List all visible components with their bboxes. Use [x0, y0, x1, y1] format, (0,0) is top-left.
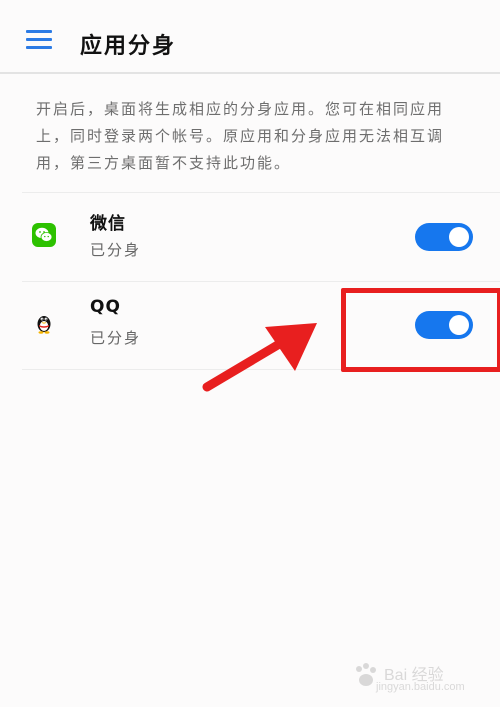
app-row-qq: QQ 已分身: [22, 281, 500, 370]
qq-penguin-icon: [32, 311, 56, 335]
app-name: 微信: [90, 214, 126, 234]
app-status: 已分身: [90, 329, 142, 347]
menu-icon[interactable]: [26, 30, 52, 50]
feature-description: 开启后，桌面将生成相应的分身应用。您可在相同应用上，同时登录两个帐号。原应用和分…: [36, 100, 445, 172]
toggle-knob: [449, 227, 469, 247]
app-status: 已分身: [90, 241, 142, 259]
watermark-url: jingyan.baidu.com: [376, 681, 465, 693]
baidu-jingyan-watermark: Bai 经验 jingyan.baidu.com: [350, 657, 480, 697]
toggle-knob: [449, 315, 469, 335]
page-title: 应用分身: [80, 34, 177, 59]
app-header: 应用分身: [0, 0, 500, 74]
app-row-wechat: 微信 已分身: [22, 192, 500, 282]
qq-clone-toggle[interactable]: [415, 311, 473, 339]
app-name: QQ: [90, 297, 121, 317]
wechat-clone-toggle[interactable]: [415, 223, 473, 251]
wechat-icon: [32, 223, 56, 247]
